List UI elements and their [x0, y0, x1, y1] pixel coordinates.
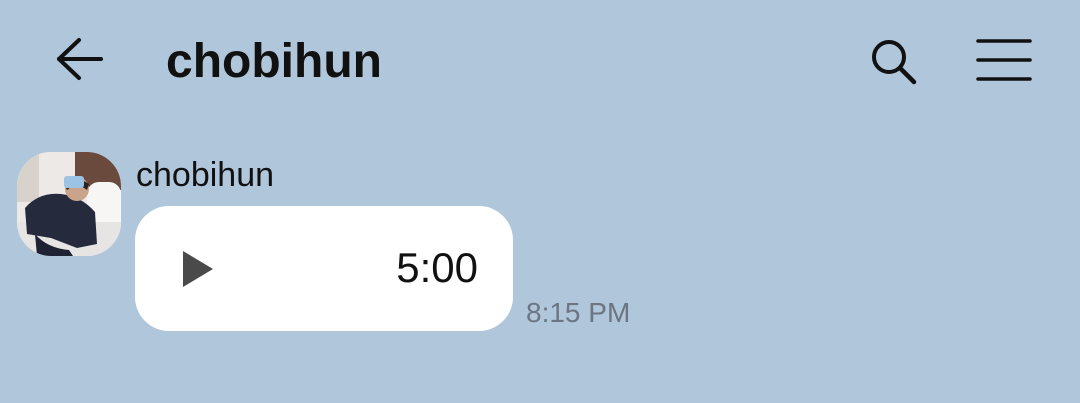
play-icon	[183, 251, 213, 287]
message-timestamp: 8:15 PM	[526, 297, 631, 328]
voice-duration: 5:00	[396, 244, 478, 291]
menu-button[interactable]	[970, 30, 1038, 90]
back-button[interactable]	[48, 30, 110, 88]
hamburger-menu-icon	[976, 39, 1032, 81]
play-button[interactable]	[170, 242, 224, 296]
profile-photo	[17, 152, 121, 256]
sender-name: chobihun	[136, 156, 275, 194]
arrow-left-icon	[57, 38, 103, 80]
avatar[interactable]	[17, 152, 121, 256]
chat-title: chobihun	[166, 35, 382, 88]
chat-header: chobihun	[0, 0, 1080, 124]
search-icon	[872, 40, 917, 85]
search-button[interactable]	[862, 30, 924, 92]
